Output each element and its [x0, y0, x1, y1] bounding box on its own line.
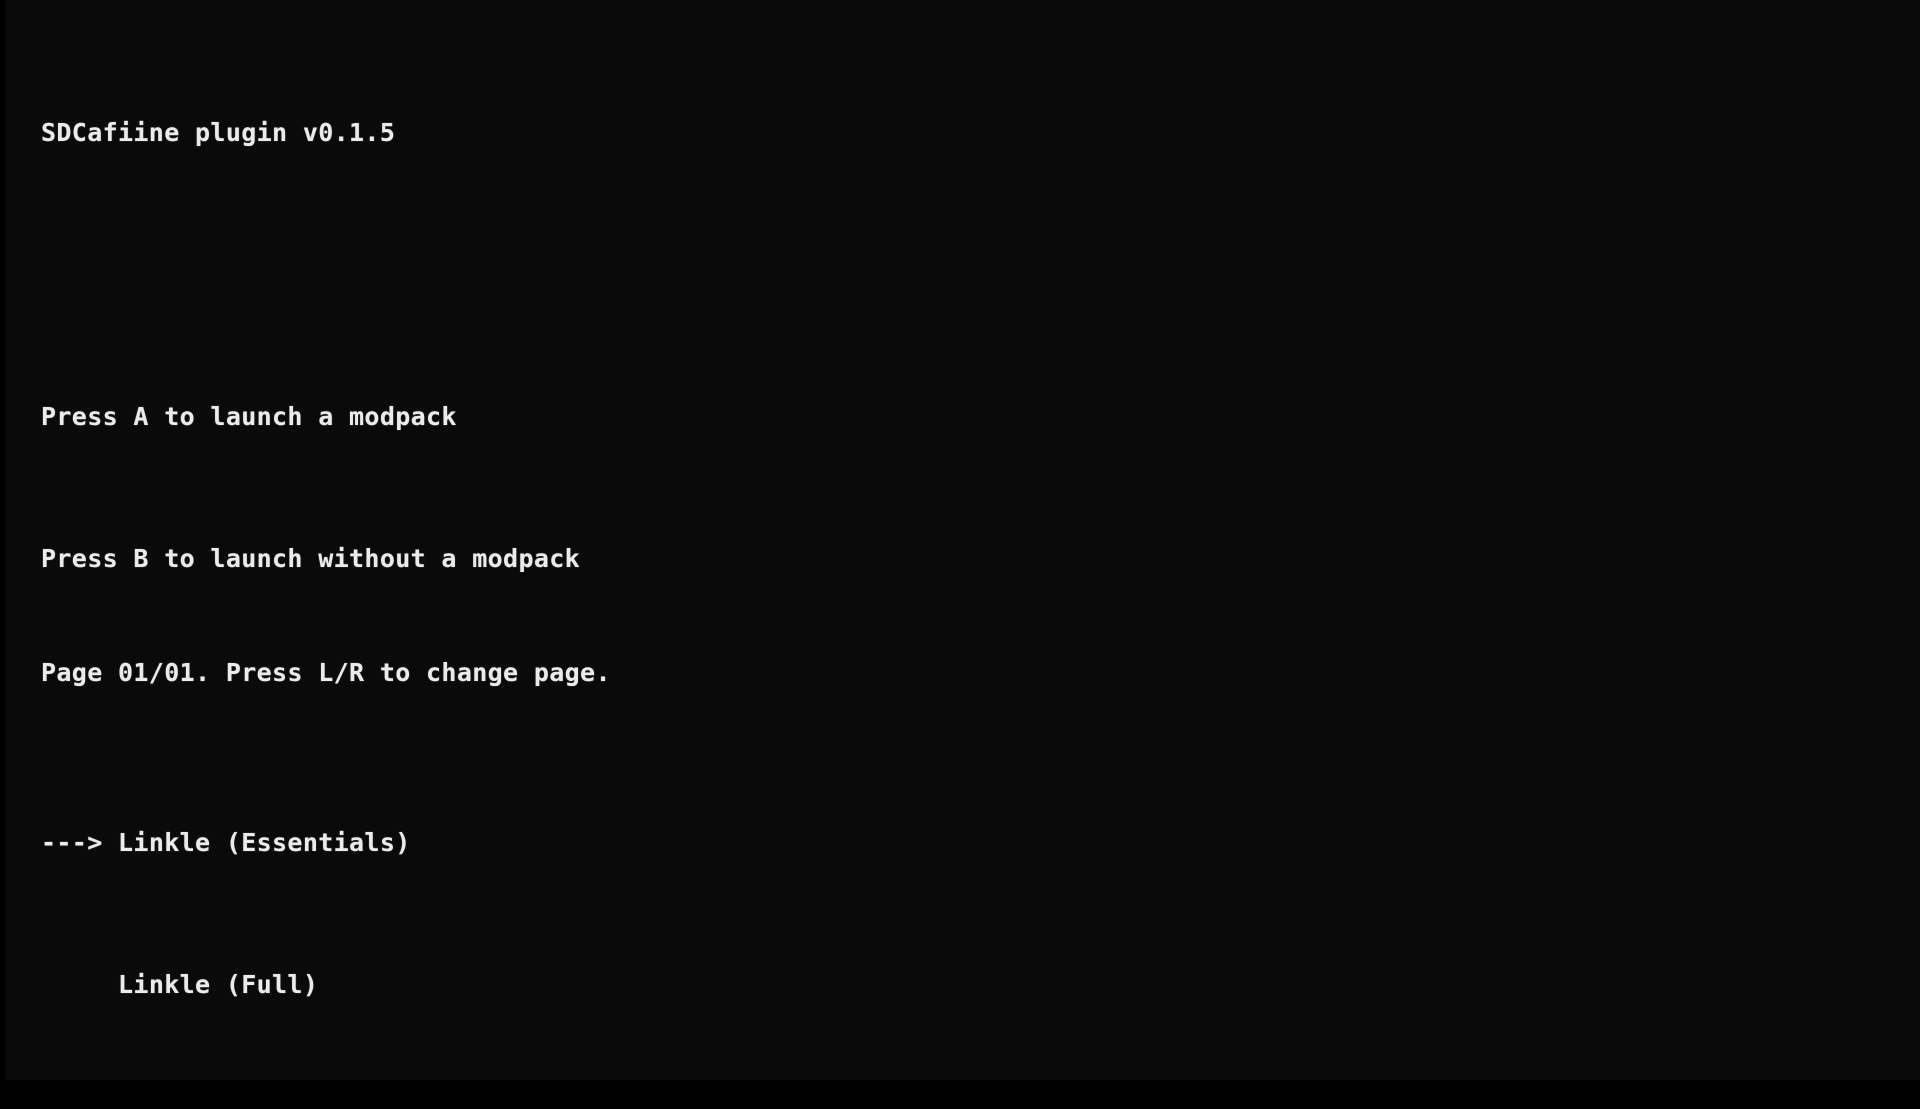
plugin-title: SDCafiine plugin v0.1.5	[41, 117, 396, 147]
blank-line-1	[41, 257, 1901, 293]
instruction-launch-without-modpack: Press B to launch without a modpack	[41, 543, 581, 573]
selection-arrow-icon: --->	[41, 827, 119, 857]
selection-arrow-placeholder	[41, 970, 118, 999]
console-text-block: SDCafiine plugin v0.1.5 Press A to launc…	[41, 8, 1901, 1109]
instruction-launch-modpack: Press A to launch a modpack	[41, 401, 457, 431]
menu-item-label: Linkle (Essentials)	[118, 827, 411, 857]
menu-item-selected[interactable]: ---> Linkle (Essentials)	[41, 825, 1901, 861]
console-screen: SDCafiine plugin v0.1.5 Press A to launc…	[0, 0, 1920, 1080]
menu-item[interactable]: Linkle (Full)	[41, 967, 1901, 1003]
page-status-line: Page 01/01. Press L/R to change page.	[41, 658, 611, 687]
menu-item-label: Linkle (Full)	[118, 969, 319, 999]
